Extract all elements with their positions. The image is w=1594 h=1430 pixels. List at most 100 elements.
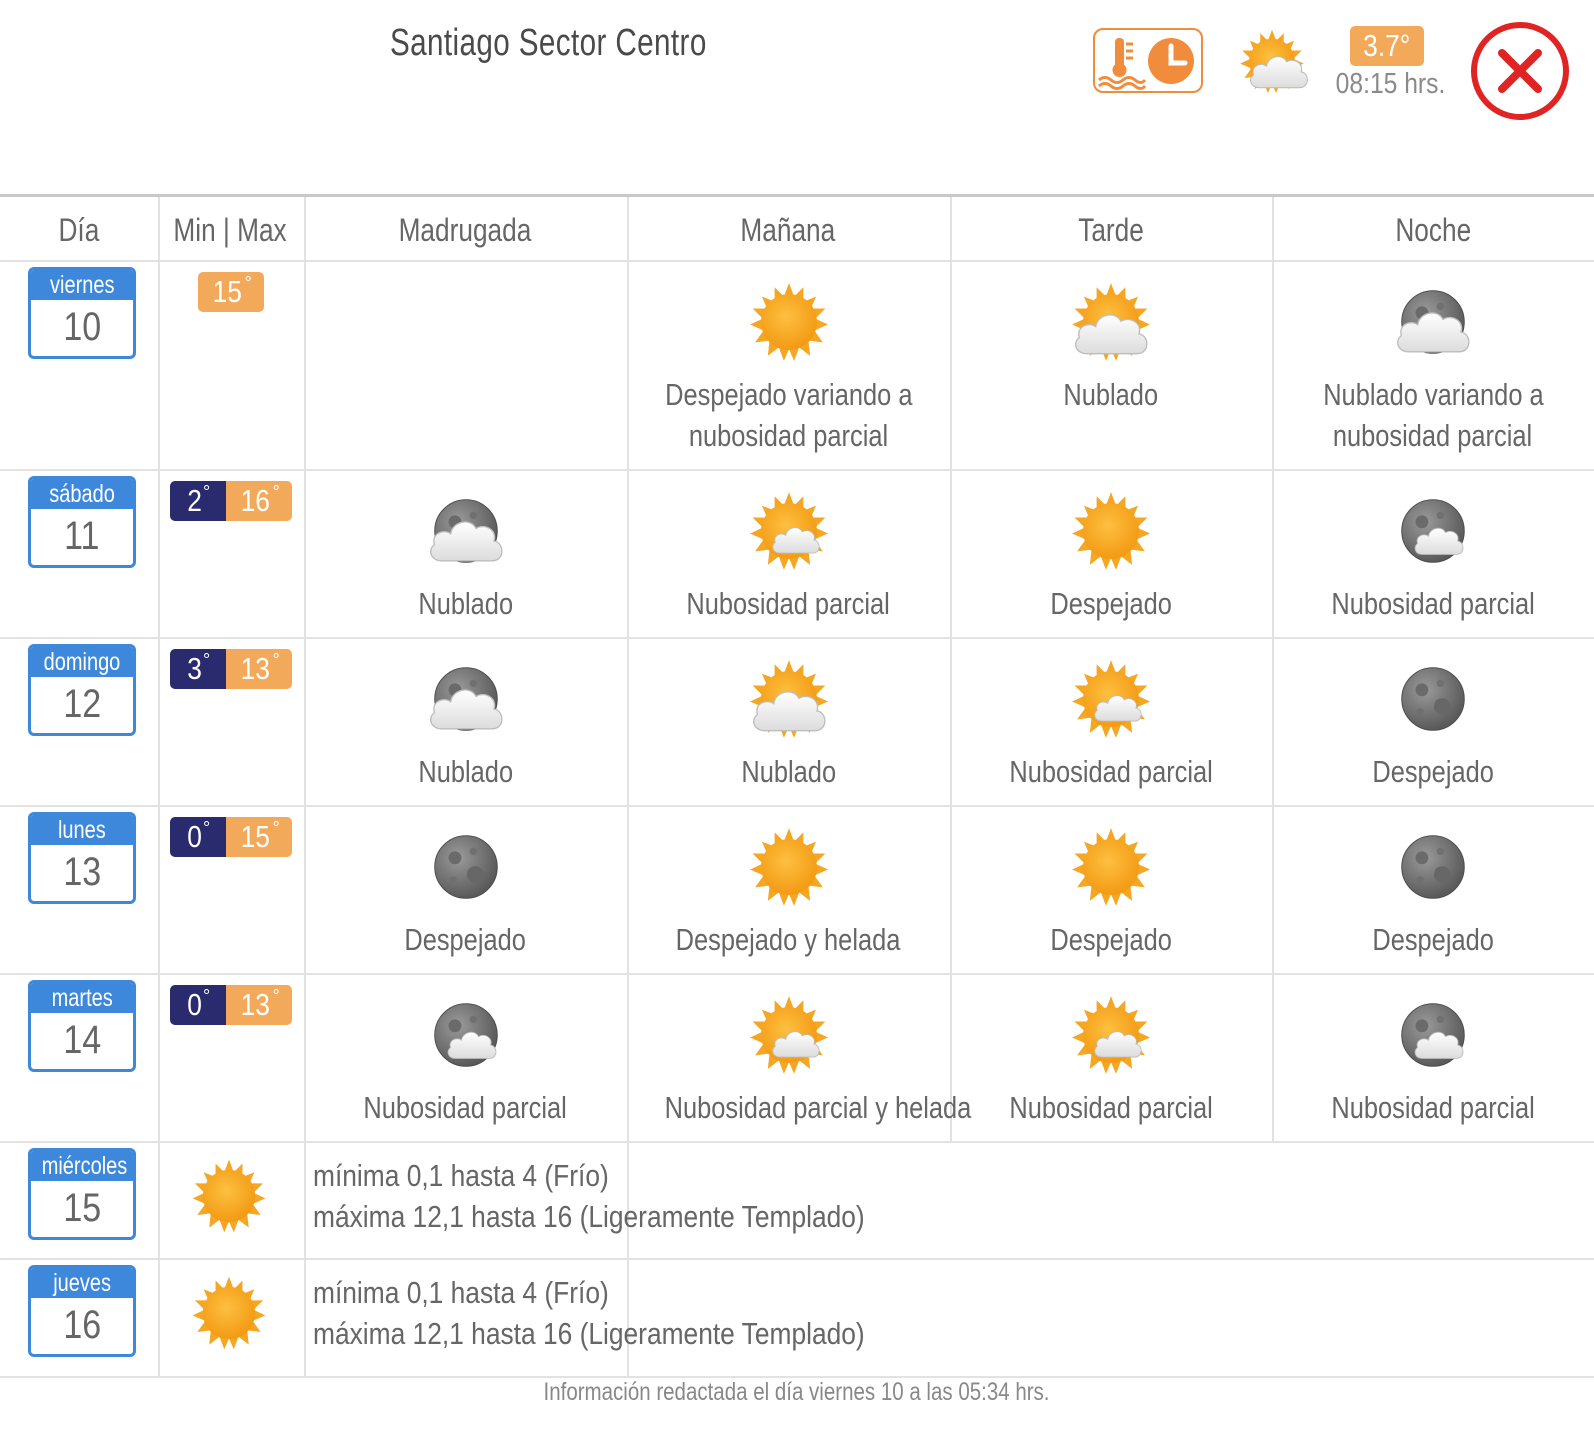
period-forecast-text: Nublado xyxy=(631,751,947,792)
close-button[interactable] xyxy=(1469,20,1571,122)
day-number-text: 14 xyxy=(63,1018,101,1062)
thermometer-clock-button[interactable] xyxy=(1093,28,1203,93)
period-forecast-text: Nubosidad parcial xyxy=(953,751,1269,792)
day-badge[interactable]: domingo 12 xyxy=(28,644,136,736)
sun-icon xyxy=(1065,485,1157,577)
period-forecast-text: Despejado xyxy=(953,583,1269,624)
day-number: 14 xyxy=(31,1013,133,1067)
row-divider xyxy=(0,260,1594,262)
period-forecast-line: Nubosidad parcial xyxy=(1331,586,1535,621)
period-forecast-text: Despejado xyxy=(1275,919,1591,960)
period-forecast-text: Nublado xyxy=(308,751,624,792)
max-temperature: 13 ° xyxy=(226,985,292,1025)
period-forecast-line: Nublado xyxy=(741,754,836,789)
day-badge[interactable]: lunes 13 xyxy=(28,812,136,904)
row-divider xyxy=(0,973,1594,975)
min-temperature: 3° xyxy=(170,649,226,689)
moon-icon xyxy=(1387,653,1479,745)
day-name-text: viernes xyxy=(49,271,115,299)
day-name: martes xyxy=(31,983,133,1013)
period-forecast-line: Nubosidad parcial xyxy=(1009,1090,1213,1125)
sun-icon xyxy=(743,821,835,913)
period-forecast-line: Nubosidad parcial xyxy=(1331,1090,1535,1125)
close-icon xyxy=(1471,22,1569,120)
period-forecast-line: Nublado xyxy=(418,586,513,621)
max-temperature-value: 15 xyxy=(240,819,271,854)
period-forecast-line: Nublado variando a xyxy=(1322,377,1544,412)
current-time: 08:15 hrs. xyxy=(1335,68,1446,100)
day-number: 16 xyxy=(31,1298,133,1352)
day-number-text: 16 xyxy=(63,1303,101,1347)
period-forecast-text: Despejado xyxy=(1275,751,1591,792)
row-divider xyxy=(0,1141,1594,1143)
cloudy-sun-icon xyxy=(743,653,835,745)
column-header-minmax: Min | Max xyxy=(173,212,288,248)
sun-cloud-icon xyxy=(743,485,835,577)
cloudy-moon-icon xyxy=(420,653,512,745)
extended-min-text: mínima 0,1 hasta 4 (Frío) xyxy=(313,1158,609,1193)
period-forecast-text: Nublado xyxy=(953,374,1269,415)
thermometer-clock-icon xyxy=(1098,38,1194,90)
sun-icon xyxy=(186,1153,272,1239)
period-forecast-text: Nubosidad parcial y helada xyxy=(631,1087,971,1128)
period-forecast-line: Nublado xyxy=(1063,377,1159,412)
column-header-tarde: Tarde xyxy=(1078,212,1144,248)
day-number: 15 xyxy=(31,1181,133,1235)
sun-cloud-icon xyxy=(1065,989,1157,1081)
period-forecast-text: Nubosidad parcial xyxy=(631,583,947,624)
column-header-day: Día xyxy=(58,212,99,248)
day-number: 10 xyxy=(31,300,133,354)
min-temperature-value: 2 xyxy=(187,483,202,518)
min-temperature-value: 0 xyxy=(187,987,202,1022)
period-forecast-line: nubosidad parcial xyxy=(1333,418,1533,453)
min-temperature: 2° xyxy=(170,481,226,521)
min-temperature-value: 3 xyxy=(187,651,202,686)
period-forecast-line: Nubosidad parcial xyxy=(686,586,891,621)
cloudy-sun-icon xyxy=(1065,276,1157,368)
day-name-text: martes xyxy=(51,984,113,1012)
day-badge[interactable]: martes 14 xyxy=(28,980,136,1072)
period-forecast-text: Nublado variando a nubosidad parcial xyxy=(1275,374,1591,456)
period-forecast-line: Nublado xyxy=(418,754,513,789)
column-header-noche: Noche xyxy=(1395,212,1471,248)
moon-cloud-icon xyxy=(1387,485,1479,577)
day-number: 11 xyxy=(31,509,133,563)
period-forecast-text: Nubosidad parcial xyxy=(1275,583,1591,624)
day-badge[interactable]: jueves 16 xyxy=(28,1265,136,1357)
day-name: lunes xyxy=(31,815,133,845)
row-divider xyxy=(0,1258,1594,1260)
day-number-text: 13 xyxy=(63,850,101,894)
day-badge[interactable]: sábado 11 xyxy=(28,476,136,568)
period-forecast-line: Despejado xyxy=(1050,586,1172,621)
day-number: 12 xyxy=(31,677,133,731)
current-temperature-badge: 3.7° xyxy=(1350,26,1424,66)
day-name: domingo xyxy=(31,647,133,677)
min-temperature-value: 0 xyxy=(187,819,202,854)
cloudy-moon-icon xyxy=(1387,276,1479,368)
day-badge[interactable]: viernes 10 xyxy=(28,267,136,359)
period-forecast-text: Despejado variando a nubosidad parcial xyxy=(631,374,947,456)
max-temperature: 15 ° xyxy=(198,272,264,312)
column-divider xyxy=(1272,197,1274,1143)
day-number-text: 11 xyxy=(64,514,100,558)
table-top-border xyxy=(0,194,1594,197)
row-divider xyxy=(0,805,1594,807)
day-number: 13 xyxy=(31,845,133,899)
temperature-badge: 2° 16 ° xyxy=(170,481,292,521)
current-weather-icon xyxy=(1235,27,1315,102)
sun-cloud-icon xyxy=(1065,653,1157,745)
moon-cloud-icon xyxy=(1387,989,1479,1081)
cloudy-moon-icon xyxy=(420,485,512,577)
day-number-text: 12 xyxy=(63,682,101,726)
day-badge[interactable]: miércoles 15 xyxy=(28,1148,136,1240)
max-temperature: 15 ° xyxy=(226,817,292,857)
temperature-badge: 15 ° xyxy=(198,272,264,312)
column-divider xyxy=(304,197,306,1377)
moon-icon xyxy=(1387,821,1479,913)
column-divider xyxy=(950,197,952,1143)
day-name: viernes xyxy=(31,270,133,300)
day-name-text: domingo xyxy=(43,648,121,676)
period-forecast-text: Nubosidad parcial xyxy=(953,1087,1269,1128)
period-forecast-text: Nubosidad parcial xyxy=(308,1087,624,1128)
period-forecast-line: Nubosidad parcial y helada xyxy=(664,1090,971,1125)
